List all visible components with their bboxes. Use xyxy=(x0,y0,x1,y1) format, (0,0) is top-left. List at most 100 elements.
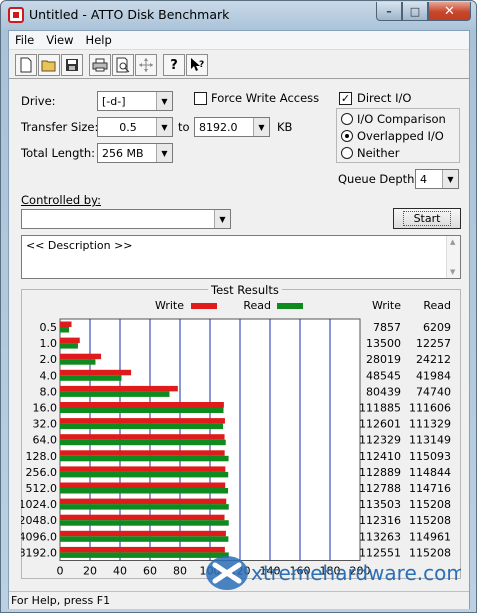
read-value-label: 111606 xyxy=(409,402,451,415)
overlapped-io-radio[interactable] xyxy=(341,130,353,142)
scroll-down-icon[interactable]: ▼ xyxy=(450,268,455,276)
close-button[interactable]: ✕ xyxy=(428,2,471,21)
write-bar xyxy=(60,385,178,392)
read-bar xyxy=(60,343,78,349)
force-write-label[interactable]: Force Write Access xyxy=(211,91,319,105)
write-bar xyxy=(60,402,224,408)
x-tick-label: 0 xyxy=(57,565,64,578)
neither-label[interactable]: Neither xyxy=(357,146,399,160)
read-value-label: 113149 xyxy=(409,434,451,447)
menu-help[interactable]: Help xyxy=(80,33,118,47)
chevron-down-icon[interactable]: ▼ xyxy=(156,118,172,136)
write-bar xyxy=(60,337,80,344)
read-bar xyxy=(60,327,70,333)
write-bar xyxy=(60,482,226,488)
move-button[interactable] xyxy=(135,54,157,76)
print-icon xyxy=(92,58,108,72)
write-value-label: 80439 xyxy=(366,385,401,398)
write-value-label: 13500 xyxy=(366,337,401,350)
write-value-label: 112601 xyxy=(359,418,401,431)
write-value-label: 111885 xyxy=(359,402,401,415)
io-comparison-label[interactable]: I/O Comparison xyxy=(357,112,446,126)
controlled-by-select[interactable]: ▼ xyxy=(21,209,231,229)
chevron-down-icon[interactable]: ▼ xyxy=(156,144,172,162)
y-category-label: 8.0 xyxy=(40,385,58,398)
title-bar[interactable]: Untitled - ATTO Disk Benchmark – □ ✕ xyxy=(1,1,476,29)
y-category-label: 4096.0 xyxy=(21,530,57,543)
print-preview-icon xyxy=(116,57,130,73)
chevron-down-icon[interactable]: ▼ xyxy=(214,210,230,228)
minimize-button[interactable]: – xyxy=(376,2,402,21)
legend-read-label: Read xyxy=(243,299,271,312)
direct-io-label[interactable]: Direct I/O xyxy=(357,91,411,105)
maximize-icon: □ xyxy=(409,4,421,18)
read-bar xyxy=(60,520,229,526)
write-value-label: 112889 xyxy=(359,466,401,479)
print-button[interactable] xyxy=(89,54,111,76)
total-length-label: Total Length: xyxy=(21,146,96,160)
drive-select[interactable]: [-d-] ▼ xyxy=(97,91,173,111)
scroll-up-icon[interactable]: ▲ xyxy=(450,238,455,246)
y-category-label: 512.0 xyxy=(26,482,58,495)
chevron-down-icon[interactable]: ▼ xyxy=(253,118,269,136)
transfer-to-select[interactable]: 8192.0 ▼ xyxy=(194,117,270,137)
read-bar xyxy=(60,375,122,381)
read-value-label: 74740 xyxy=(416,385,451,398)
force-write-checkbox[interactable] xyxy=(194,92,207,105)
start-button[interactable]: Start xyxy=(393,208,461,229)
y-category-label: 256.0 xyxy=(26,466,58,479)
read-bar xyxy=(60,407,224,413)
neither-radio[interactable] xyxy=(341,147,353,159)
print-preview-button[interactable] xyxy=(112,54,134,76)
chevron-down-icon[interactable]: ▼ xyxy=(442,170,458,188)
queue-depth-select[interactable]: 4 ▼ xyxy=(415,169,459,189)
x-tick-label: 20 xyxy=(83,565,97,578)
write-bar xyxy=(60,450,225,456)
read-bar xyxy=(60,423,224,430)
context-help-button[interactable]: ? xyxy=(186,54,208,76)
save-button[interactable] xyxy=(61,54,83,76)
write-value-label: 112329 xyxy=(359,434,401,447)
read-bar xyxy=(60,471,229,478)
x-tick-label: 40 xyxy=(113,565,127,578)
total-length-select[interactable]: 256 MB ▼ xyxy=(97,143,173,163)
watermark-logo: xtremehardware.com xyxy=(206,556,461,590)
direct-io-checkbox[interactable]: ✓ xyxy=(339,92,352,105)
read-bar xyxy=(60,391,170,397)
write-bar xyxy=(60,466,226,472)
read-bar xyxy=(60,488,229,494)
start-label: Start xyxy=(402,211,452,226)
menu-file[interactable]: File xyxy=(9,33,40,47)
menu-view[interactable]: View xyxy=(40,33,79,47)
x-tick-label: 80 xyxy=(173,565,187,578)
write-column-header: Write xyxy=(372,299,401,312)
read-bar xyxy=(60,455,229,462)
write-bar xyxy=(60,369,132,376)
description-box[interactable]: << Description >> ▲ ▼ xyxy=(21,235,461,279)
write-value-label: 28019 xyxy=(366,353,401,366)
y-category-label: 16.0 xyxy=(33,402,58,415)
transfer-to-label: to xyxy=(178,120,190,134)
read-value-label: 114844 xyxy=(409,466,451,479)
help-button[interactable]: ? xyxy=(163,54,185,76)
read-value-label: 24212 xyxy=(416,353,451,366)
minimize-icon: – xyxy=(386,4,392,18)
new-button[interactable] xyxy=(15,54,37,76)
y-category-label: 32.0 xyxy=(33,418,58,431)
read-bar xyxy=(60,504,229,510)
transfer-from-select[interactable]: 0.5 ▼ xyxy=(97,117,173,137)
atto-app-icon[interactable] xyxy=(8,7,24,23)
menu-bar: File View Help xyxy=(9,31,469,50)
drive-value: [-d-] xyxy=(102,94,126,108)
y-category-label: 8192.0 xyxy=(21,546,57,559)
description-scrollbar[interactable]: ▲ ▼ xyxy=(446,236,460,278)
chevron-down-icon[interactable]: ▼ xyxy=(156,92,172,110)
overlapped-io-label[interactable]: Overlapped I/O xyxy=(357,129,444,143)
total-length-value: 256 MB xyxy=(102,146,144,160)
y-category-label: 2048.0 xyxy=(21,514,57,527)
write-value-label: 112410 xyxy=(359,450,401,463)
open-button[interactable] xyxy=(38,54,60,76)
description-text: << Description >> xyxy=(26,239,133,252)
io-comparison-radio[interactable] xyxy=(341,113,353,125)
maximize-button[interactable]: □ xyxy=(402,2,428,21)
